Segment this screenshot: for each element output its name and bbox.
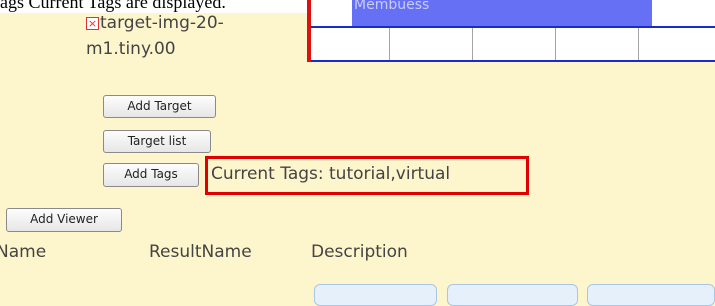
timeline-bottom-line xyxy=(307,60,715,62)
timeline-gridline xyxy=(555,28,556,62)
timeline-current-marker[interactable] xyxy=(307,0,311,62)
target-name-line1: target-img-20- xyxy=(100,13,224,33)
broken-image-icon: × xyxy=(86,17,99,30)
timeline-gridline xyxy=(389,28,390,62)
timeline-axis-line xyxy=(307,26,715,28)
viewer-card[interactable] xyxy=(587,284,715,306)
timeline-gridline xyxy=(472,28,473,62)
target-list-button[interactable]: Target list xyxy=(103,130,211,153)
viewer-card[interactable] xyxy=(314,284,437,306)
current-tags-text: Current Tags: tutorial,virtual xyxy=(211,164,451,184)
add-viewer-button[interactable]: Add Viewer xyxy=(6,208,122,232)
target-item[interactable]: × target-img-20- m1.tiny.00 xyxy=(86,10,224,62)
viewer-card[interactable] xyxy=(447,284,578,306)
column-header-name[interactable]: Name xyxy=(0,240,46,264)
column-header-resultname[interactable]: ResultName xyxy=(149,240,252,264)
add-tags-button[interactable]: Add Tags xyxy=(103,163,199,187)
target-name-line2: m1.tiny.00 xyxy=(86,39,176,59)
timeline-bar[interactable]: Membuess xyxy=(352,0,652,26)
timeline-panel[interactable]: Membuess xyxy=(307,0,715,62)
timeline-gridline xyxy=(638,28,639,62)
column-header-description[interactable]: Description xyxy=(311,240,408,264)
timeline-bar-label: Membuess xyxy=(354,0,430,13)
add-target-button[interactable]: Add Target xyxy=(103,95,216,118)
